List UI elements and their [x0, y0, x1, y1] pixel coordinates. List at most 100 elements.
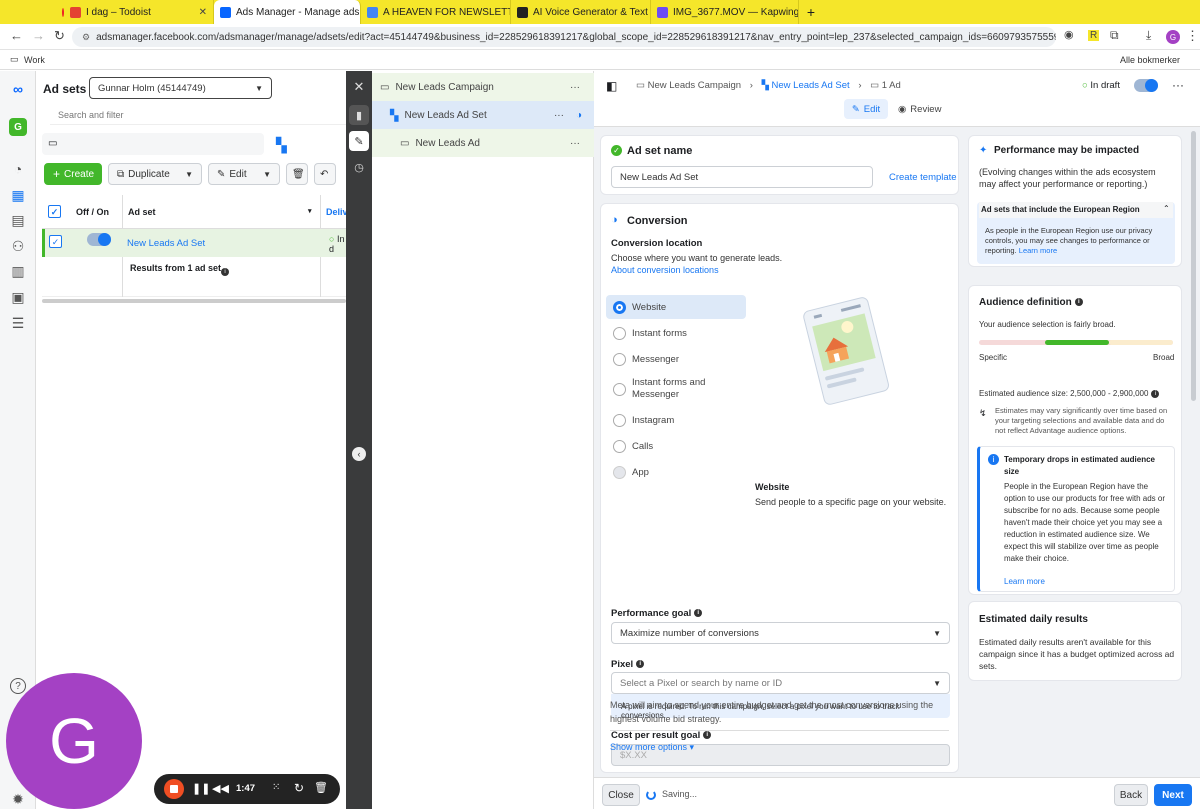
adsets-tab[interactable]: ▚ [268, 133, 344, 159]
extensions-puzzle-icon[interactable]: ⧉ [1110, 28, 1119, 43]
info-icon: i [1151, 389, 1160, 398]
download-icon[interactable]: ⤓ [1146, 28, 1151, 43]
all-bookmarks[interactable]: Alle bokmerker [1120, 55, 1180, 65]
radio-calls[interactable]: Calls [613, 434, 747, 458]
radio-app[interactable]: App [613, 460, 747, 484]
pause-icon[interactable]: ❚❚ [192, 782, 210, 795]
browser-tab[interactable]: AI Voice Generator & Text to ✕ [511, 0, 651, 24]
reload-icon[interactable]: ↻ [54, 28, 65, 44]
radio-website[interactable]: Website [606, 295, 746, 319]
table-row[interactable]: ✓ New Leads Ad Set ○ In d [42, 229, 346, 257]
chevron-up-icon[interactable]: ⌃ [1163, 204, 1170, 213]
address-bar[interactable]: ⚙ adsmanager.facebook.com/adsmanager/man… [72, 27, 1056, 47]
account-avatar[interactable]: G [9, 118, 27, 136]
media-icon[interactable]: ▣ [10, 289, 26, 305]
next-button[interactable]: Next [1154, 784, 1192, 806]
row-delivery: ○ In d [329, 234, 345, 254]
browser-tab-active[interactable]: Ads Manager - Manage ads - ✕ [214, 0, 361, 24]
pages-icon[interactable]: ▤ [10, 212, 26, 228]
more-icon[interactable]: ··· [1172, 78, 1184, 92]
catalog-icon[interactable]: ▥ [10, 263, 26, 279]
info-icon[interactable]: i [218, 264, 229, 278]
sort-icon[interactable]: ▾ [308, 207, 312, 215]
more-icon[interactable]: ··· [570, 82, 580, 93]
radio-messenger[interactable]: Messenger [613, 347, 747, 371]
tree-item-adset[interactable]: ▚ New Leads Ad Set ··· ◑ [372, 101, 594, 129]
more-icon[interactable]: ··· [554, 110, 564, 121]
learn-more-link[interactable]: Learn more [1019, 246, 1057, 255]
tab-edit[interactable]: ✎ Edit [844, 99, 888, 119]
editor-header: ◧ ▭ New Leads Campaign › ▚ New Leads Ad … [594, 71, 1200, 127]
show-more-options-link[interactable]: Show more options ▾ [610, 742, 694, 753]
audience-meter [979, 340, 1173, 345]
about-conversion-link[interactable]: About conversion locations [611, 264, 719, 276]
browser-tab[interactable]: IMG_3677.MOV — Kapwing ✕ [651, 0, 799, 24]
account-selector[interactable]: Gunnar Holm (45144749) ▼ [89, 77, 272, 99]
create-button[interactable]: + Create [44, 163, 102, 185]
table-icon[interactable]: ▦ [10, 187, 26, 203]
draft-toggle[interactable] [1134, 79, 1158, 92]
close-tab-icon[interactable]: ✕ [193, 7, 207, 18]
more-icon[interactable]: ··· [570, 138, 580, 149]
search-input[interactable]: Search and filter [50, 105, 346, 125]
browser-tab-strip: I dag – Todoist ✕ Ads Manager - Manage a… [0, 0, 1200, 24]
undo-button[interactable]: ↶ [314, 163, 336, 185]
learn-more-link[interactable]: Learn more [1004, 577, 1045, 586]
eye-icon: ◉ [898, 103, 907, 115]
grid-icon[interactable]: ⁙ [272, 782, 280, 793]
row-checkbox[interactable]: ✓ [49, 235, 62, 248]
meta-logo-icon[interactable]: ∞ [10, 81, 26, 97]
bookmark-work[interactable]: Work [24, 55, 45, 65]
duplicate-button[interactable]: ⧉ Duplicate ▼ [108, 163, 202, 185]
vertical-scrollbar[interactable] [1191, 131, 1196, 401]
back-arrow-icon[interactable]: ← [10, 28, 23, 43]
browser-menu-icon[interactable]: ⋮ [1186, 28, 1199, 44]
pixel-select[interactable]: Select a Pixel or search by name or ID ▼ [611, 672, 950, 694]
back-button[interactable]: Back [1114, 784, 1148, 806]
row-toggle[interactable] [87, 233, 111, 246]
tree-item-ad[interactable]: ▭ New Leads Ad ··· [372, 129, 594, 157]
menu-icon[interactable]: ☰ [10, 315, 26, 331]
browser-tab[interactable]: I dag – Todoist ✕ [64, 0, 214, 24]
stop-record-button[interactable] [164, 779, 184, 799]
radio-instant-forms[interactable]: Instant forms [613, 321, 747, 345]
radio-instagram[interactable]: Instagram [613, 408, 747, 432]
trash-icon[interactable]: 🗑 [314, 781, 328, 794]
radio-instant-forms-messenger[interactable]: Instant forms and Messenger [613, 374, 747, 404]
edit-button[interactable]: ✎ Edit ▼ [208, 163, 280, 185]
dashboard-icon[interactable]: ◔ [10, 161, 26, 177]
sidebar-toggle-icon[interactable]: ◧ [606, 79, 617, 93]
close-button[interactable]: Close [602, 784, 640, 806]
create-template-link[interactable]: Create template [889, 172, 957, 183]
collapse-chevron-icon[interactable]: ‹ [352, 447, 366, 461]
edit-pencil-icon[interactable]: ✎ [349, 131, 369, 151]
new-tab-icon[interactable]: + [799, 4, 823, 20]
help-icon[interactable]: ? [10, 678, 26, 694]
extension-icon[interactable]: ◉ [1064, 28, 1074, 41]
tree-item-campaign[interactable]: ▭ New Leads Campaign ··· [372, 73, 594, 101]
campaigns-tab[interactable]: ▭ [42, 133, 264, 155]
extension-r-icon[interactable]: R [1088, 30, 1100, 41]
horizontal-scrollbar[interactable] [42, 299, 346, 303]
select-all-checkbox[interactable]: ✓ [48, 205, 61, 218]
site-info-icon[interactable]: ⚙ [82, 32, 90, 43]
tab-review[interactable]: ◉ Review [898, 99, 948, 119]
chevron-down-icon: ▼ [255, 83, 263, 93]
forward-arrow-icon[interactable]: → [32, 28, 45, 43]
spinner-icon [646, 790, 656, 800]
audiences-icon[interactable]: ⚇ [10, 238, 26, 254]
adset-grid-icon: ▚ [390, 109, 399, 122]
row-name[interactable]: New Leads Ad Set [127, 238, 205, 249]
close-icon[interactable]: ✕ [349, 77, 369, 97]
chart-icon[interactable]: ▮ [349, 105, 369, 125]
bug-icon[interactable]: ✹ [10, 791, 26, 807]
history-clock-icon[interactable]: ◷ [349, 157, 369, 177]
browser-tab[interactable]: A HEAVEN FOR NEWSLETTER ✕ [361, 0, 511, 24]
delete-button[interactable]: 🗑 [286, 163, 308, 185]
profile-avatar[interactable]: G [1166, 30, 1180, 44]
restart-icon[interactable]: ↻ [294, 781, 304, 795]
ad-set-editor: ◧ ▭ New Leads Campaign › ▚ New Leads Ad … [594, 71, 1200, 809]
performance-goal-select[interactable]: Maximize number of conversions ▼ [611, 622, 950, 644]
rewind-icon[interactable]: ◀◀ [212, 782, 229, 795]
ad-set-name-input[interactable]: New Leads Ad Set [611, 166, 873, 188]
